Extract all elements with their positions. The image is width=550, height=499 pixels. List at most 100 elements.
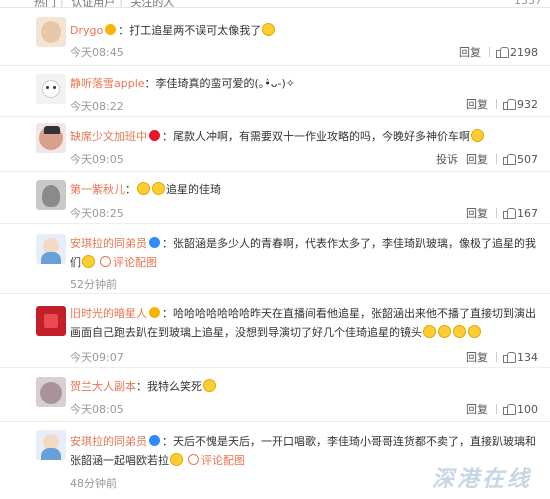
like-icon[interactable]: [496, 46, 509, 58]
like-count: 100: [517, 402, 538, 416]
like-count: 932: [517, 97, 538, 111]
divider: [496, 404, 497, 414]
reply-button[interactable]: 回复: [466, 401, 488, 417]
emoji-icon: [468, 325, 481, 338]
comment-text: 缺席少文加班中 ：尾款人冲啊，有需要双十一作业攻略的吗，今晚好多神价车啊: [70, 127, 538, 146]
username-link[interactable]: 静听落雪apple: [70, 77, 145, 90]
badge-icon: [149, 237, 160, 248]
comment-count: 1337: [514, 0, 542, 7]
divider: [496, 352, 497, 362]
username-link[interactable]: 安琪拉的同弟员: [70, 237, 147, 250]
emoji-icon: [203, 379, 216, 392]
comment-content: ：李佳琦真的蛮可爱的(｡•̀ᴗ-)✧: [144, 77, 296, 90]
tab-verified[interactable]: 认证用户: [71, 0, 115, 7]
like-count: 167: [517, 206, 538, 220]
avatar[interactable]: [36, 377, 66, 407]
username-link[interactable]: 安琪拉的同弟员: [70, 435, 147, 448]
tab-following[interactable]: 关注的人: [130, 0, 174, 7]
emoji-icon: [82, 255, 95, 268]
comment-text: Drygo ：打工追星两不误可太像我了: [70, 21, 538, 40]
comment-image-link[interactable]: 评论配图: [201, 454, 245, 467]
like-icon[interactable]: [503, 351, 516, 363]
comment-text: 贺兰大人副本：我特么笑死: [70, 377, 538, 396]
comment-actions: 回复 134: [466, 349, 538, 365]
avatar[interactable]: [36, 234, 66, 264]
username-link[interactable]: 第一紫秋儿: [70, 183, 125, 196]
avatar[interactable]: [36, 74, 66, 104]
emoji-icon: [453, 325, 466, 338]
like-icon[interactable]: [503, 153, 516, 165]
badge-icon: [149, 130, 160, 141]
badge-icon: [149, 307, 160, 318]
avatar[interactable]: [36, 430, 66, 460]
comment-item: 第一紫秋儿： 追星的佳琦 今天08:25 回复 167: [0, 172, 550, 224]
timestamp: 今天09:05: [70, 153, 124, 166]
comment-content: ：我特么笑死: [136, 380, 202, 393]
emoji-icon: [170, 453, 183, 466]
comment-content: ：打工追星两不误可太像我了: [118, 24, 262, 37]
timestamp: 今天08:22: [70, 100, 124, 113]
comment-actions: 回复 167: [466, 205, 538, 221]
emoji-icon: [262, 23, 276, 36]
image-link-icon: [188, 454, 199, 465]
reply-button[interactable]: 回复: [459, 44, 481, 60]
badge-icon: [105, 24, 117, 35]
avatar[interactable]: [36, 123, 66, 153]
comment-actions: 投诉 回复 507: [436, 151, 538, 167]
image-link-icon: [100, 256, 111, 267]
reply-button[interactable]: 回复: [466, 96, 488, 112]
timestamp: 52分钟前: [70, 278, 117, 291]
comment-item: 静听落雪apple：李佳琦真的蛮可爱的(｡•̀ᴗ-)✧ 今天08:22 回复 93…: [0, 66, 550, 117]
comment-actions: 回复 2198: [459, 44, 538, 60]
comment-item: Drygo ：打工追星两不误可太像我了 今天08:45 回复 2198: [0, 9, 550, 66]
reply-button[interactable]: 回复: [466, 151, 488, 167]
timestamp: 48分钟前: [70, 477, 117, 490]
comment-item: 安琪拉的同弟员 ：张韶涵是多少人的青春啊，代表作太多了，李佳琦趴玻璃，像极了追星的…: [0, 224, 550, 294]
comment-content: ：尾款人冲啊，有需要双十一作业攻略的吗，今晚好多神价车啊: [162, 130, 470, 143]
comment-text: 旧时光的暗星人 ：哈哈哈哈哈哈哈昨天在直播间看他追星，张韶涵出来他不播了直接切到演…: [70, 304, 538, 342]
tab-hot[interactable]: 热门: [34, 0, 56, 7]
divider: [496, 99, 497, 109]
comment-content: 追星的佳琦: [166, 183, 221, 196]
like-icon[interactable]: [503, 98, 516, 110]
username-link[interactable]: Drygo: [70, 24, 103, 37]
emoji-icon: [471, 129, 484, 142]
timestamp: 今天08:45: [70, 46, 124, 59]
divider: [496, 154, 497, 164]
username-link[interactable]: 贺兰大人副本: [70, 380, 136, 393]
like-count: 2198: [510, 45, 538, 59]
username-link[interactable]: 旧时光的暗星人: [70, 307, 147, 320]
like-count: 507: [517, 152, 538, 166]
like-icon[interactable]: [503, 403, 516, 415]
username-link[interactable]: 缺席少文加班中: [70, 130, 147, 143]
comment-text: 安琪拉的同弟员 ：张韶涵是多少人的青春啊，代表作太多了，李佳琦趴玻璃，像极了追星的…: [70, 234, 538, 272]
comment-image-link[interactable]: 评论配图: [113, 256, 157, 269]
timestamp: 今天08:25: [70, 207, 124, 220]
comment-item: 贺兰大人副本：我特么笑死 今天08:05 回复 100: [0, 368, 550, 422]
avatar[interactable]: [36, 180, 66, 210]
comment-text: 静听落雪apple：李佳琦真的蛮可爱的(｡•̀ᴗ-)✧: [70, 74, 538, 93]
reply-button[interactable]: 回复: [466, 205, 488, 221]
comment-text: 第一紫秋儿： 追星的佳琦: [70, 180, 538, 199]
comment-actions: 回复 100: [466, 401, 538, 417]
emoji-icon: [423, 325, 436, 338]
divider: [489, 47, 490, 57]
site-watermark: 深港在线: [431, 467, 532, 492]
like-count: 134: [517, 350, 538, 364]
comment-item: 缺席少文加班中 ：尾款人冲啊，有需要双十一作业攻略的吗，今晚好多神价车啊 今天09…: [0, 117, 550, 172]
timestamp: 今天08:05: [70, 403, 124, 416]
filter-tabs: 热门 | 认证用户 | 关注的人: [34, 0, 178, 7]
comment-item: 旧时光的暗星人 ：哈哈哈哈哈哈哈昨天在直播间看他追星，张韶涵出来他不播了直接切到演…: [0, 294, 550, 368]
reply-button[interactable]: 回复: [466, 349, 488, 365]
like-icon[interactable]: [503, 207, 516, 219]
emoji-icon: [438, 325, 451, 338]
emoji-icon: [152, 182, 165, 195]
avatar[interactable]: [36, 17, 66, 47]
avatar[interactable]: [36, 306, 66, 336]
report-button[interactable]: 投诉: [436, 151, 458, 167]
comment-separator: ：: [125, 183, 136, 196]
comment-actions: 回复 932: [466, 96, 538, 112]
comment-filter-bar: 热门 | 认证用户 | 关注的人 1337: [0, 0, 550, 8]
timestamp: 今天09:07: [70, 351, 124, 364]
badge-icon: [149, 435, 160, 446]
